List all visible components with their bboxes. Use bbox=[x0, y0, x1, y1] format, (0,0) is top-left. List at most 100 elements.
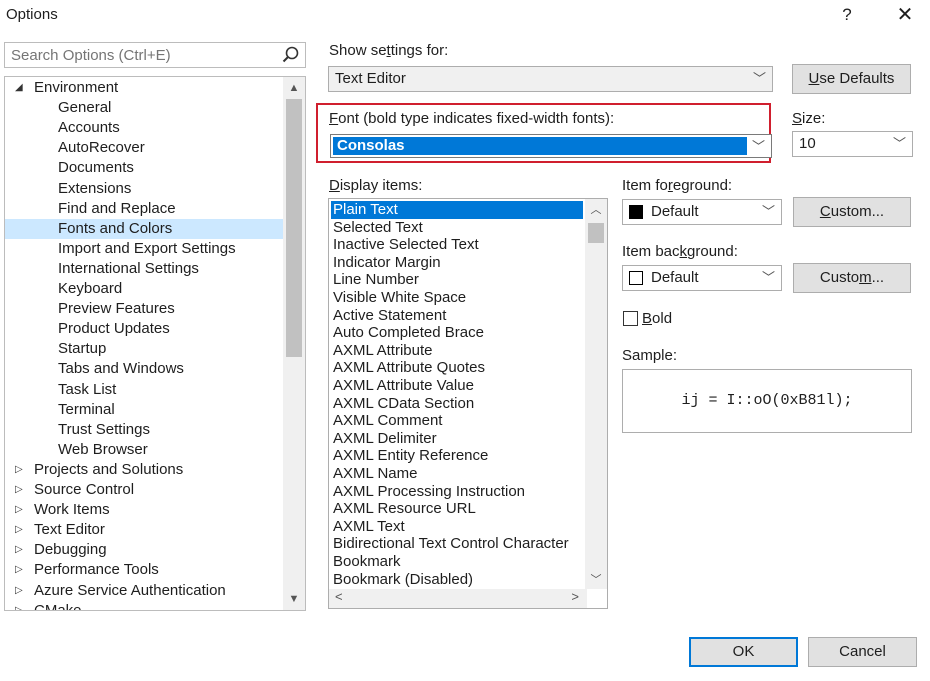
tree-item-label: Task List bbox=[58, 380, 117, 398]
tree-item[interactable]: Product Updates bbox=[5, 319, 283, 339]
expand-arrow-icon[interactable]: ▷ bbox=[15, 560, 23, 580]
tree-item[interactable]: ▷ Source Control bbox=[5, 480, 283, 500]
tree-item[interactable]: Import and Export Settings bbox=[5, 239, 283, 259]
expand-arrow-icon[interactable]: ▷ bbox=[15, 540, 23, 560]
display-item[interactable]: AXML Entity Reference bbox=[333, 447, 488, 465]
display-items-scrollbar[interactable]: ︿ ﹀ bbox=[585, 199, 607, 589]
tree-item[interactable]: ▷ CMake bbox=[5, 601, 283, 610]
tree-item-label: AutoRecover bbox=[58, 139, 145, 157]
display-item[interactable]: AXML Attribute Quotes bbox=[333, 359, 485, 377]
expand-arrow-icon[interactable]: ▷ bbox=[15, 500, 23, 520]
chevron-down-icon: ﹀ bbox=[751, 139, 765, 154]
bold-checkbox[interactable] bbox=[623, 311, 638, 326]
chevron-down-icon: ﹀ bbox=[761, 204, 775, 219]
size-label: Size: bbox=[792, 110, 826, 127]
tree-item-label: Preview Features bbox=[58, 300, 175, 318]
item-foreground-select[interactable]: Default ﹀ bbox=[622, 199, 782, 225]
display-item[interactable]: Visible White Space bbox=[333, 289, 466, 307]
scroll-left-icon[interactable]: < bbox=[335, 589, 343, 604]
size-select[interactable]: 10 ﹀ bbox=[792, 131, 913, 157]
tree-item[interactable]: ▷ Performance Tools bbox=[5, 560, 283, 580]
tree-item[interactable]: ▷ Debugging bbox=[5, 540, 283, 560]
tree-item-label: Web Browser bbox=[58, 440, 148, 458]
scroll-down-icon[interactable]: ﹀ bbox=[585, 571, 607, 587]
search-box[interactable] bbox=[4, 42, 306, 68]
display-item[interactable]: AXML CData Section bbox=[333, 395, 474, 413]
display-item[interactable]: Auto Completed Brace bbox=[333, 324, 484, 342]
tree-item[interactable]: Task List bbox=[5, 380, 283, 400]
tree-item[interactable]: Extensions bbox=[5, 179, 283, 199]
tree-item[interactable]: Accounts bbox=[5, 118, 283, 138]
tree-item[interactable]: General bbox=[5, 98, 283, 118]
display-items-list[interactable]: Plain Text Selected Text Inactive Selected… bbox=[328, 198, 608, 609]
tree-item[interactable]: Keyboard bbox=[5, 279, 283, 299]
scroll-right-icon[interactable]: > bbox=[571, 589, 579, 604]
display-item[interactable]: AXML Text bbox=[333, 518, 405, 536]
tree-item[interactable]: Startup bbox=[5, 339, 283, 359]
tree-item[interactable]: ▷ Text Editor bbox=[5, 520, 283, 540]
search-input[interactable] bbox=[5, 43, 275, 67]
ok-button[interactable]: OK bbox=[689, 637, 798, 667]
tree-scroll-thumb[interactable] bbox=[286, 99, 302, 357]
bold-label[interactable]: Bold bbox=[642, 310, 672, 327]
tree-item[interactable]: Tabs and Windows bbox=[5, 359, 283, 379]
scroll-down-icon[interactable]: ▼ bbox=[283, 590, 305, 608]
expand-arrow-icon[interactable]: ▷ bbox=[15, 520, 23, 540]
item-background-select[interactable]: Default ﹀ bbox=[622, 265, 782, 291]
tree-item-label: Keyboard bbox=[58, 280, 123, 297]
display-items-hscrollbar[interactable]: < > bbox=[329, 589, 587, 608]
tree-item[interactable]: Trust Settings bbox=[5, 420, 283, 440]
cancel-button[interactable]: Cancel bbox=[808, 637, 917, 667]
help-button[interactable]: ? bbox=[832, 4, 862, 28]
collapse-arrow-icon[interactable]: ◢ bbox=[15, 78, 23, 98]
display-item[interactable]: Selected Text bbox=[333, 219, 423, 237]
use-defaults-button[interactable]: Use Defaults bbox=[792, 64, 911, 94]
display-item[interactable]: Bookmark (Disabled) bbox=[333, 571, 473, 589]
tree-item[interactable]: ▷ Projects and Solutions bbox=[5, 460, 283, 480]
expand-arrow-icon[interactable]: ▷ bbox=[15, 581, 23, 601]
tree-item[interactable]: Web Browser bbox=[5, 440, 283, 460]
display-item[interactable]: AXML Resource URL bbox=[333, 500, 476, 518]
expand-arrow-icon[interactable]: ▷ bbox=[15, 480, 23, 500]
display-item[interactable]: Active Statement bbox=[333, 307, 446, 325]
chevron-down-icon: ﹀ bbox=[752, 71, 766, 86]
display-item[interactable]: AXML Attribute bbox=[333, 342, 433, 360]
options-tree[interactable]: ◢ Environment General Accounts AutoRecover Do… bbox=[4, 76, 306, 611]
display-item[interactable]: Indicator Margin bbox=[333, 254, 441, 272]
expand-arrow-icon[interactable]: ▷ bbox=[15, 601, 23, 610]
display-items-scroll-thumb[interactable] bbox=[588, 223, 604, 243]
foreground-custom-button[interactable]: Custom... bbox=[793, 197, 911, 227]
tree-item[interactable]: ▷ Azure Service Authentication bbox=[5, 581, 283, 601]
display-item[interactable]: AXML Name bbox=[333, 465, 417, 483]
close-button[interactable]: ✕ bbox=[890, 4, 920, 28]
font-select[interactable]: Consolas ﹀ bbox=[330, 134, 772, 158]
tree-item[interactable]: International Settings bbox=[5, 259, 283, 279]
display-item[interactable]: Line Number bbox=[333, 271, 419, 289]
tree-item[interactable]: Preview Features bbox=[5, 299, 283, 319]
tree-item[interactable]: Fonts and Colors bbox=[5, 218, 283, 239]
item-background-label: Item background: bbox=[622, 243, 738, 260]
scroll-up-icon[interactable]: ︿ bbox=[585, 201, 607, 217]
display-item[interactable]: AXML Comment bbox=[333, 412, 442, 430]
display-item[interactable]: Inactive Selected Text bbox=[333, 236, 479, 254]
display-item[interactable]: Bookmark bbox=[333, 553, 401, 571]
item-foreground-label: Item foreground: bbox=[622, 177, 733, 194]
expand-arrow-icon[interactable]: ▷ bbox=[15, 460, 23, 480]
show-settings-value: Text Editor bbox=[335, 70, 406, 87]
search-icon[interactable] bbox=[281, 45, 301, 65]
show-settings-select[interactable]: Text Editor ﹀ bbox=[328, 66, 773, 92]
tree-item[interactable]: AutoRecover bbox=[5, 138, 283, 158]
background-custom-button[interactable]: Custom... bbox=[793, 263, 911, 293]
tree-item[interactable]: Find and Replace bbox=[5, 199, 283, 219]
tree-item[interactable]: Documents bbox=[5, 158, 283, 178]
tree-item[interactable]: ◢ Environment bbox=[5, 78, 283, 98]
display-item[interactable]: AXML Processing Instruction bbox=[333, 483, 525, 501]
scroll-up-icon[interactable]: ▲ bbox=[283, 79, 305, 97]
display-item[interactable]: AXML Delimiter bbox=[333, 430, 437, 448]
display-item[interactable]: AXML Attribute Value bbox=[333, 377, 474, 395]
display-item[interactable]: Bidirectional Text Control Character bbox=[333, 535, 569, 553]
tree-scrollbar[interactable]: ▲ ▼ bbox=[283, 77, 305, 610]
tree-item[interactable]: Terminal bbox=[5, 400, 283, 420]
tree-item[interactable]: ▷ Work Items bbox=[5, 500, 283, 520]
display-item[interactable]: Plain Text bbox=[331, 201, 583, 219]
